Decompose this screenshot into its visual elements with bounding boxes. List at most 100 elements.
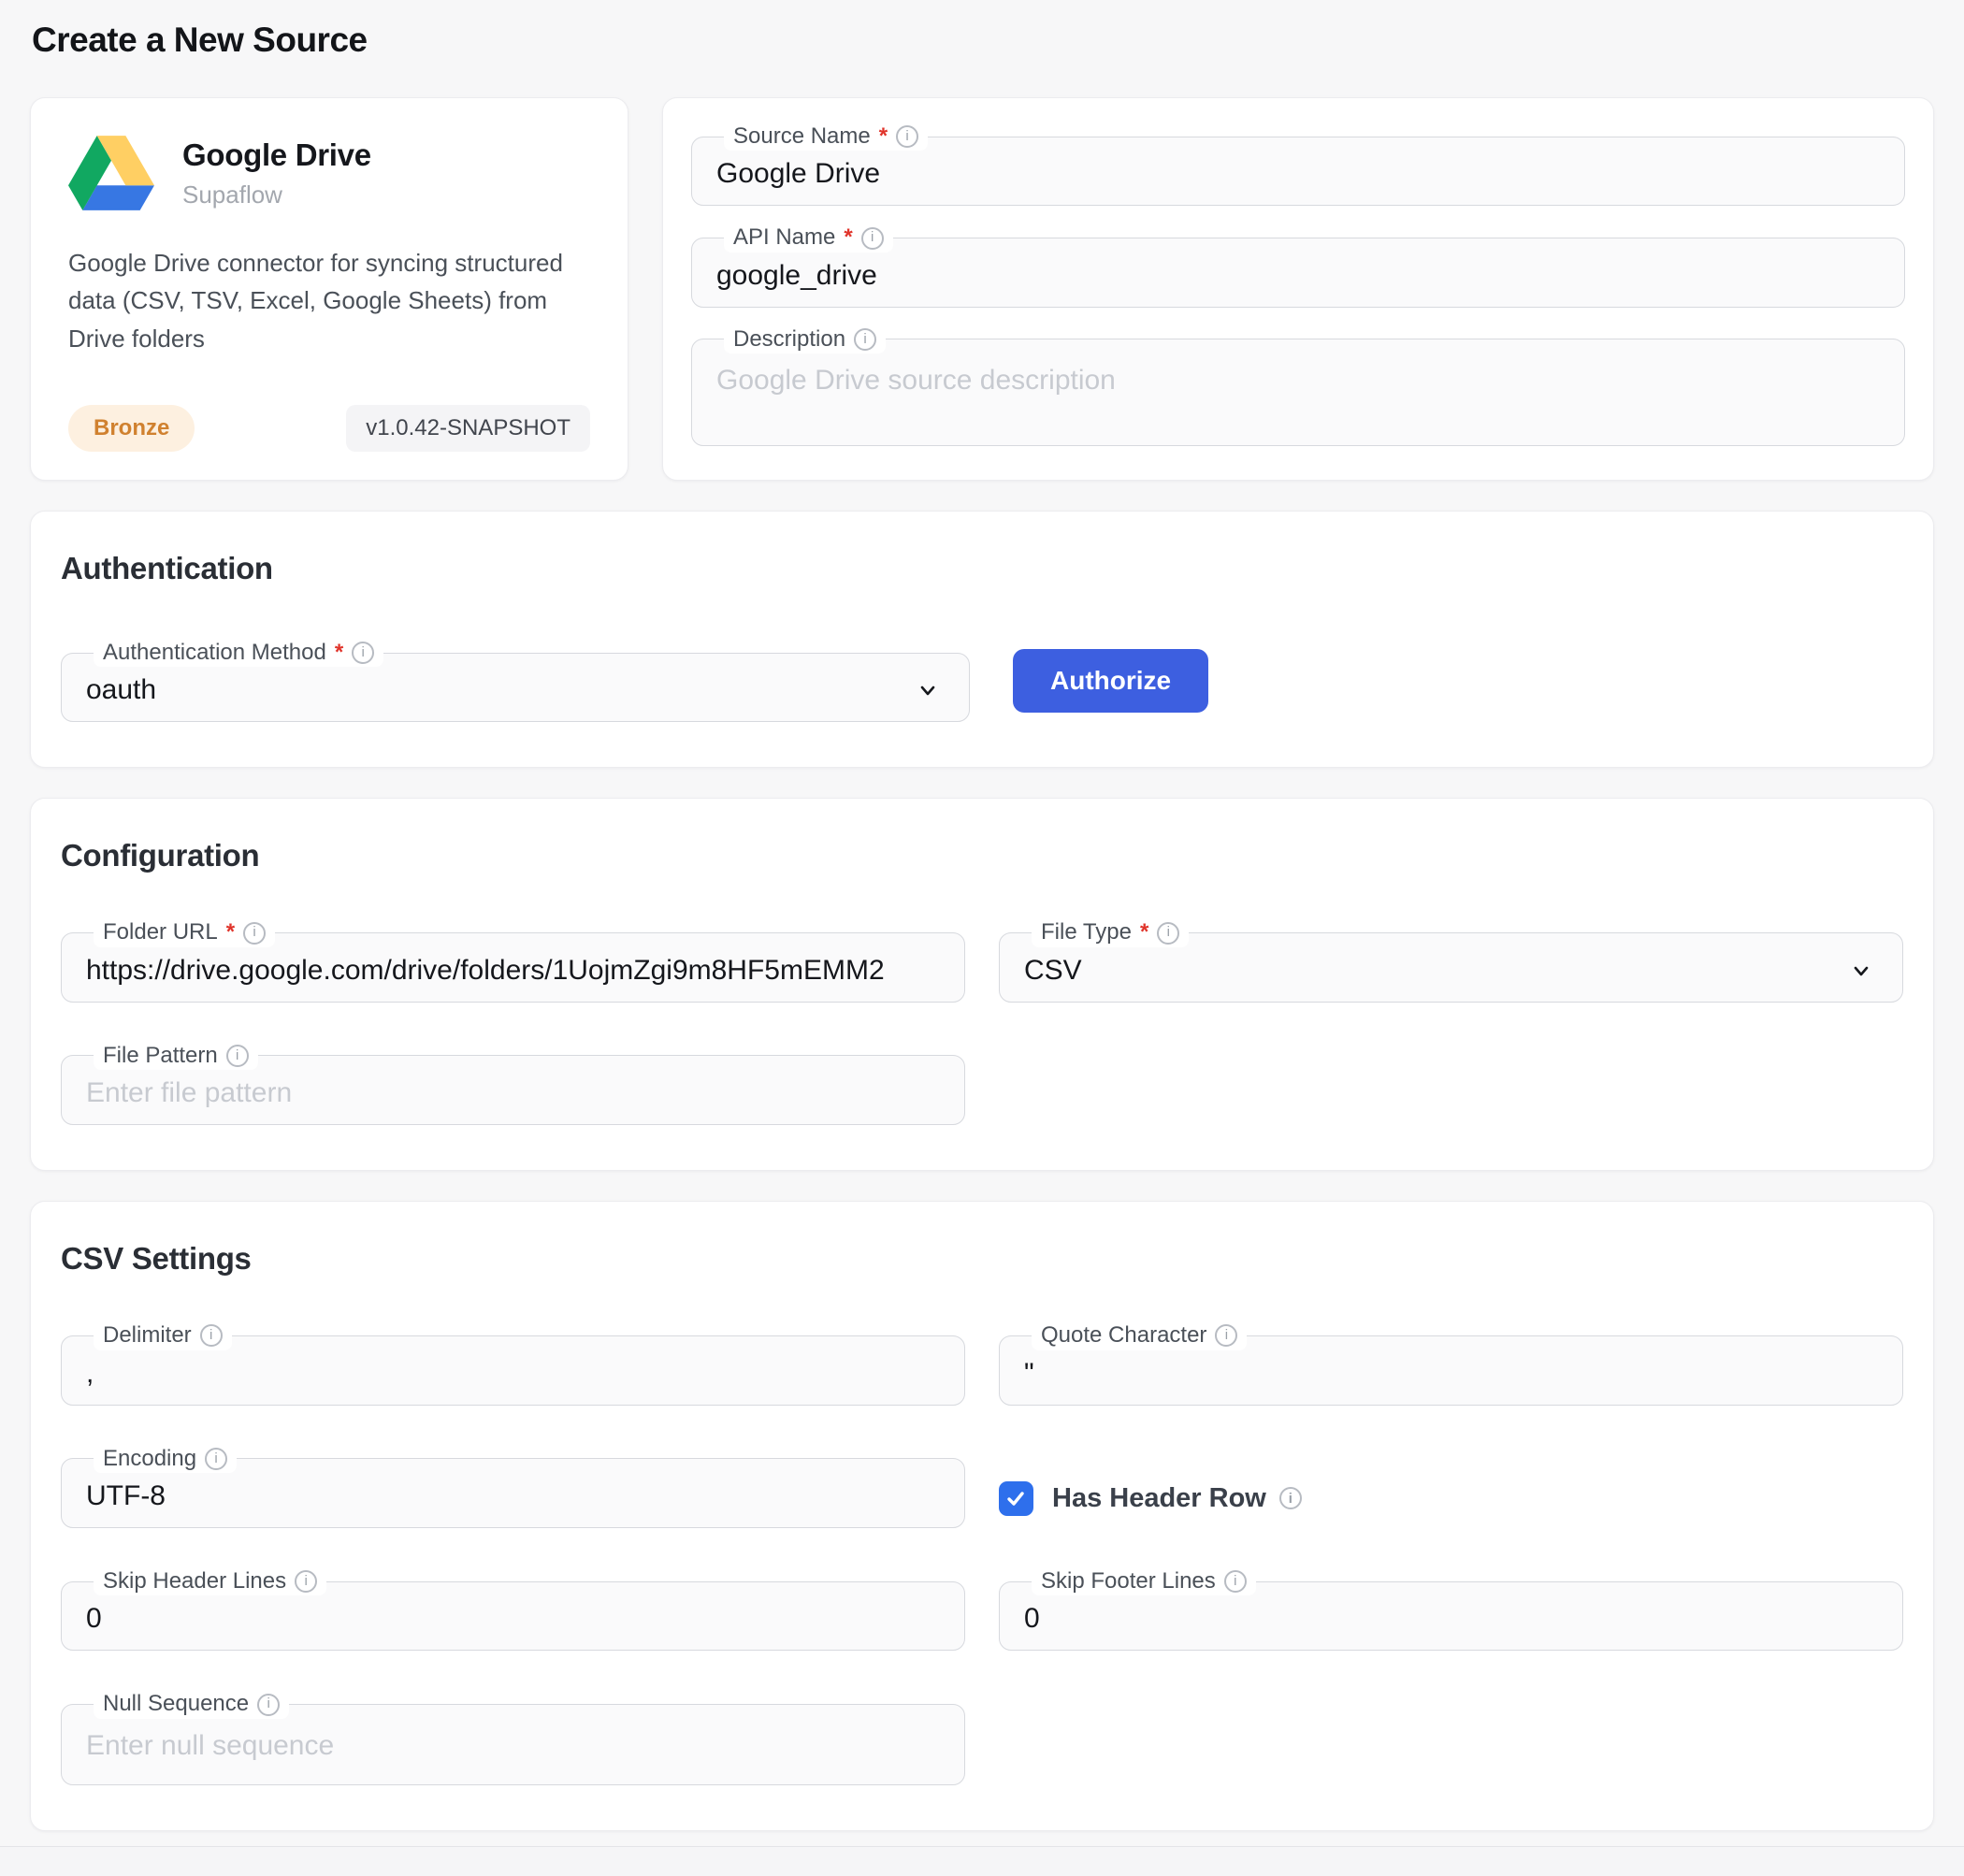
info-icon[interactable]: [1224, 1570, 1247, 1593]
quote-character-label: Quote Character: [1032, 1321, 1247, 1349]
info-icon[interactable]: [854, 328, 876, 351]
delimiter-input[interactable]: [84, 1350, 942, 1395]
field-label-text: Has Header Row: [1052, 1483, 1266, 1514]
source-name-label: Source Name *: [724, 123, 928, 151]
info-icon[interactable]: [352, 642, 374, 664]
info-icon[interactable]: [205, 1448, 227, 1470]
delimiter-label: Delimiter: [94, 1321, 232, 1349]
source-name-input[interactable]: [715, 151, 1882, 195]
file-type-label: File Type *: [1032, 918, 1189, 946]
required-marker: *: [879, 124, 888, 149]
info-icon[interactable]: [257, 1694, 280, 1716]
info-icon[interactable]: [861, 227, 884, 250]
connector-vendor: Supaflow: [182, 180, 371, 209]
connector-description: Google Drive connector for syncing struc…: [68, 244, 590, 357]
quote-character-field: Quote Character: [999, 1321, 1903, 1405]
api-name-input[interactable]: [715, 253, 1882, 297]
auth-method-label: Authentication Method *: [94, 639, 383, 667]
field-label-text: Delimiter: [103, 1323, 192, 1348]
file-type-select[interactable]: CSV: [1022, 947, 1880, 992]
connector-footer: Bronze v1.0.42-SNAPSHOT: [68, 405, 590, 452]
encoding-field: Encoding: [61, 1445, 965, 1528]
source-name-field: Source Name *: [691, 123, 1905, 206]
null-sequence-field: Null Sequence: [61, 1690, 965, 1784]
csv-settings-grid: Delimiter Quote Character Encoding: [61, 1321, 1903, 1785]
folder-url-field: Folder URL *: [61, 918, 965, 1002]
null-sequence-textarea[interactable]: [84, 1719, 942, 1775]
skip-footer-lines-input[interactable]: [1022, 1595, 1880, 1640]
api-name-label: API Name *: [724, 224, 893, 252]
connector-name: Google Drive: [182, 137, 371, 173]
field-label-text: Null Sequence: [103, 1692, 249, 1716]
field-label-text: Skip Footer Lines: [1041, 1569, 1216, 1594]
file-type-value: CSV: [1024, 955, 1082, 987]
auth-method-select[interactable]: oauth: [84, 667, 946, 712]
file-pattern-field: File Pattern: [61, 1042, 965, 1125]
info-icon[interactable]: [896, 125, 918, 148]
required-marker: *: [226, 920, 235, 945]
authorize-button[interactable]: Authorize: [1013, 649, 1208, 713]
field-label-text: Authentication Method: [103, 641, 326, 665]
field-label-text: Encoding: [103, 1447, 196, 1471]
info-icon[interactable]: [295, 1570, 317, 1593]
field-label-text: Quote Character: [1041, 1323, 1206, 1348]
configuration-heading: Configuration: [61, 838, 1903, 873]
info-icon[interactable]: [200, 1324, 223, 1347]
file-pattern-label: File Pattern: [94, 1042, 258, 1070]
field-label-text: API Name: [733, 225, 835, 250]
info-icon[interactable]: [1215, 1324, 1237, 1347]
info-icon[interactable]: [226, 1045, 249, 1067]
chevron-down-icon: [915, 677, 941, 703]
skip-header-lines-field: Skip Header Lines: [61, 1567, 965, 1651]
page-title: Create a New Source: [32, 21, 1934, 60]
skip-footer-lines-label: Skip Footer Lines: [1032, 1567, 1256, 1595]
configuration-section: Configuration Folder URL * File Type * C…: [30, 798, 1934, 1171]
configuration-grid: Folder URL * File Type * CSV: [61, 918, 1903, 1125]
connector-card: Google Drive Supaflow Google Drive conne…: [30, 97, 628, 481]
file-pattern-input[interactable]: [84, 1070, 942, 1115]
quote-character-input[interactable]: [1022, 1350, 1880, 1395]
connector-header: Google Drive Supaflow: [68, 136, 590, 210]
field-label-text: Description: [733, 327, 845, 352]
field-label-text: Skip Header Lines: [103, 1569, 286, 1594]
csv-settings-heading: CSV Settings: [61, 1241, 1903, 1277]
create-source-page: Create a New Source Google Drive Supaflo…: [0, 0, 1964, 1876]
page-footer-divider: [0, 1846, 1964, 1876]
has-header-row-checkbox[interactable]: [999, 1481, 1033, 1516]
info-icon[interactable]: [1279, 1487, 1302, 1509]
authentication-section: Authentication Authentication Method * o…: [30, 511, 1934, 768]
info-icon[interactable]: [1157, 922, 1179, 945]
api-name-field: API Name *: [691, 224, 1905, 307]
skip-header-lines-input[interactable]: [84, 1595, 942, 1640]
required-marker: *: [844, 225, 852, 250]
encoding-input[interactable]: [84, 1473, 942, 1518]
encoding-label: Encoding: [94, 1445, 237, 1473]
description-field: Description: [691, 325, 1905, 446]
field-label-text: Source Name: [733, 124, 871, 149]
csv-settings-section: CSV Settings Delimiter Quote Character E…: [30, 1201, 1934, 1831]
skip-footer-lines-field: Skip Footer Lines: [999, 1567, 1903, 1651]
field-label-text: File Type: [1041, 920, 1132, 945]
folder-url-input[interactable]: [84, 947, 942, 992]
authentication-row: Authentication Method * oauth Authorize: [61, 639, 1903, 722]
has-header-row-label: Has Header Row: [1052, 1483, 1302, 1514]
null-sequence-label: Null Sequence: [94, 1690, 289, 1718]
version-badge: v1.0.42-SNAPSHOT: [346, 405, 590, 452]
google-drive-icon: [68, 136, 154, 210]
top-row: Google Drive Supaflow Google Drive conne…: [30, 97, 1934, 481]
info-icon[interactable]: [243, 922, 266, 945]
folder-url-label: Folder URL *: [94, 918, 275, 946]
auth-method-value: oauth: [86, 674, 156, 706]
file-type-field: File Type * CSV: [999, 918, 1903, 1002]
field-label-text: Folder URL: [103, 920, 218, 945]
required-marker: *: [1140, 920, 1148, 945]
delimiter-field: Delimiter: [61, 1321, 965, 1405]
chevron-down-icon: [1848, 958, 1874, 984]
skip-header-lines-label: Skip Header Lines: [94, 1567, 326, 1595]
authentication-heading: Authentication: [61, 551, 1903, 586]
source-identity-card: Source Name * API Name * Description: [662, 97, 1934, 481]
auth-method-field: Authentication Method * oauth: [61, 639, 970, 722]
description-textarea[interactable]: [715, 354, 1882, 436]
tier-badge: Bronze: [68, 405, 195, 452]
description-label: Description: [724, 325, 886, 354]
